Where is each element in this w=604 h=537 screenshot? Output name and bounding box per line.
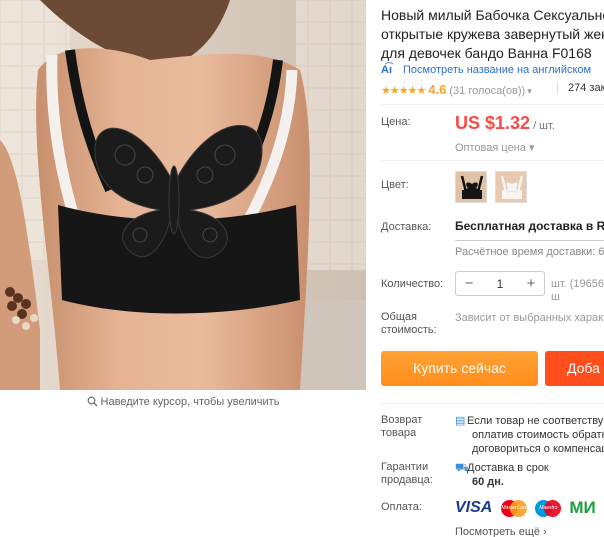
zoom-hint-text: Наведите курсор, чтобы увеличить — [100, 396, 280, 408]
magnifier-icon — [87, 396, 98, 410]
buy-now-button[interactable]: Купить сейчас — [381, 351, 538, 386]
total-label: Общая стоимость: — [381, 311, 437, 337]
product-title-line: для девочек бандо Ванна F0168 — [381, 45, 592, 61]
maestro-logo: Maestro — [535, 499, 562, 517]
truck-icon: ⛟ — [455, 462, 469, 474]
translate-title-link[interactable]: A͡ı Посмотреть название на английском — [381, 64, 591, 76]
product-info-panel: Новый милый Бабочка Сексуальное открытые… — [381, 0, 604, 537]
price-label: Цена: — [381, 116, 411, 128]
mir-logo: МИ — [569, 498, 596, 517]
zoom-hint: Наведите курсор, чтобы увеличить — [0, 396, 366, 410]
product-main-image[interactable] — [0, 0, 366, 390]
guarantee-label-line: Гарантии — [381, 461, 429, 473]
returns-text-line: оплатив стоимость обратн — [472, 429, 604, 441]
quantity-increase-button[interactable]: + — [518, 275, 544, 292]
stock-available: шт. (19656 ш — [551, 278, 604, 303]
visa-logo: VISA — [455, 499, 493, 516]
price-amount: US $1.32 — [455, 113, 531, 133]
shipping-underline — [455, 240, 604, 241]
translate-icon: A͡ı — [381, 64, 392, 76]
return-policy-icon: ▤ — [455, 415, 466, 427]
returns-text-line: Если товар не соответству — [467, 415, 604, 427]
product-title-line: открытые кружева завернутый женс — [381, 26, 604, 42]
price-value: US $1.32/ шт. — [455, 113, 555, 134]
shipping-method: Бесплатная доставка в Russi — [455, 219, 604, 233]
guarantee-label-line: продавца: — [381, 474, 433, 486]
color-swatch-black[interactable] — [455, 171, 487, 203]
rating-row[interactable]: ★★★★★ 4.6 (31 голоса(ов)) ▾ — [381, 82, 532, 97]
divider — [381, 403, 604, 404]
quantity-input[interactable]: 1 — [482, 277, 518, 291]
returns-label-line: товара — [381, 427, 417, 439]
quantity-label: Количество: — [381, 278, 444, 290]
guarantee-days: 60 дн. — [472, 476, 504, 488]
returns-policy: ▤ Если товар не соответству оплатив стоим… — [455, 414, 604, 456]
more-payment-link[interactable]: Посмотреть ещё › — [455, 526, 547, 537]
shipping-label: Доставка: — [381, 221, 432, 233]
price-unit: / шт. — [533, 120, 555, 132]
seller-guarantee: ⛟Доставка в срок 60 дн. — [455, 461, 549, 489]
quantity-stepper: − 1 + — [455, 271, 545, 296]
quantity-decrease-button[interactable]: − — [456, 275, 482, 292]
divider — [381, 160, 604, 161]
translate-link-text: Посмотреть название на английском — [403, 64, 592, 76]
returns-text-line: договориться о компенсац — [472, 443, 604, 455]
mastercard-logo: MasterCard — [501, 499, 527, 517]
guarantee-text: Доставка в срок — [467, 462, 549, 474]
wholesale-price-link[interactable]: Оптовая цена ▾ — [455, 141, 534, 154]
votes-count: (31 голоса(ов)) — [449, 85, 526, 97]
delivery-time: Расчётное время доставки: 60 — [455, 246, 604, 258]
orders-count: 274 зака — [557, 82, 604, 94]
total-label-line: Общая — [381, 311, 417, 323]
total-value: Зависит от выбранных характ — [455, 312, 604, 324]
product-title: Новый милый Бабочка Сексуальное открытые… — [381, 6, 604, 63]
rating-stars: ★★★★★ — [381, 85, 426, 97]
add-to-cart-button[interactable]: Доба — [545, 351, 604, 386]
returns-label-line: Возврат — [381, 414, 423, 426]
returns-label: Возврат товара — [381, 414, 422, 440]
rating-value: 4.6 — [428, 82, 447, 97]
total-label-line: стоимость: — [381, 324, 437, 336]
color-label: Цвет: — [381, 179, 409, 191]
divider — [381, 104, 604, 105]
color-swatch-white[interactable] — [495, 171, 527, 203]
payment-label: Оплата: — [381, 501, 422, 513]
shipping-dropdown[interactable]: Бесплатная доставка в Russi — [455, 219, 604, 233]
payment-methods: VISA MasterCard Maestro МИ — [455, 498, 596, 518]
guarantee-label: Гарантии продавца: — [381, 461, 433, 487]
chevron-down-icon: ▾ — [527, 86, 532, 96]
product-title-line: Новый милый Бабочка Сексуальное — [381, 7, 604, 23]
